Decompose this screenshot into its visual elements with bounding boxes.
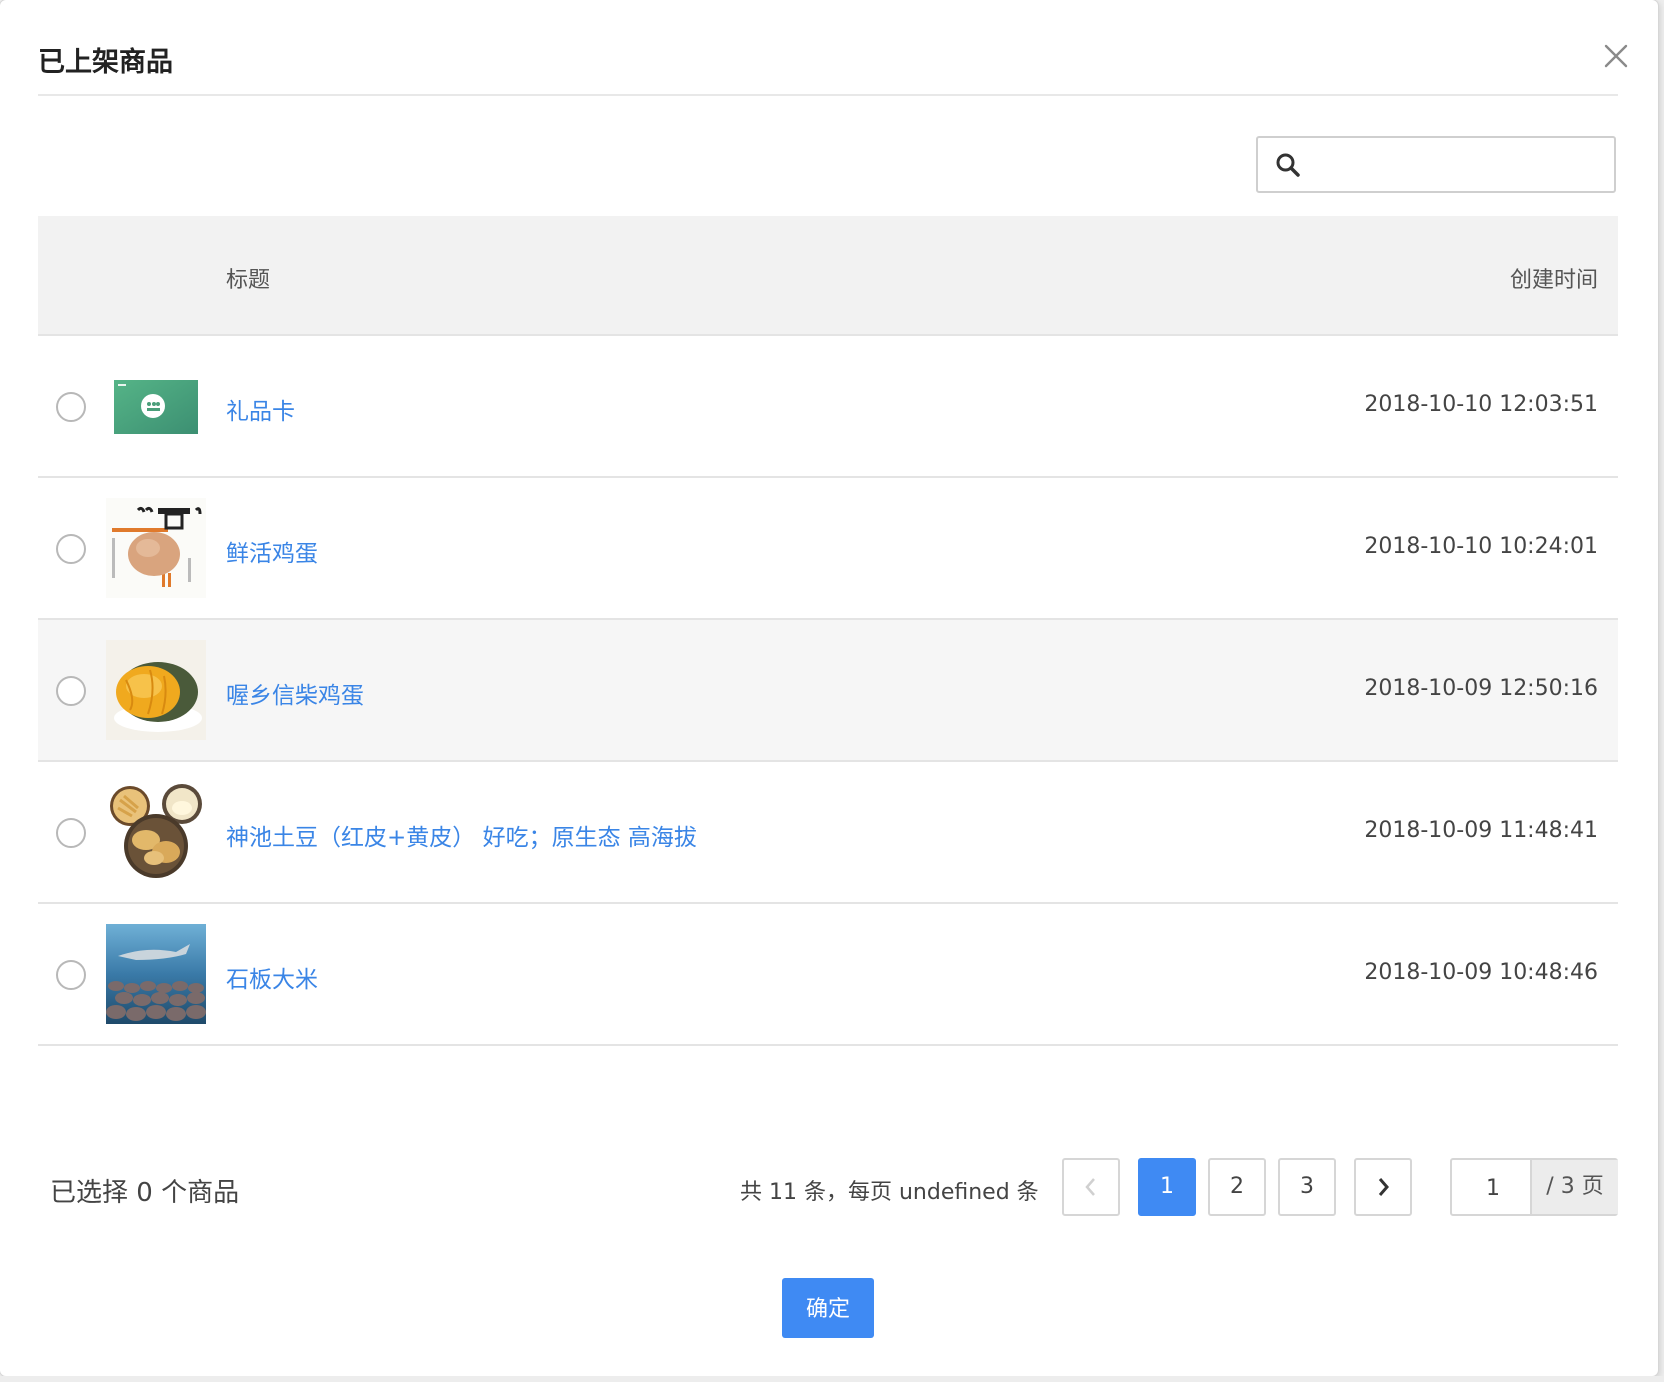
modal-title: 已上架商品: [38, 47, 173, 78]
page-button-3[interactable]: 3: [1278, 1158, 1336, 1216]
close-icon[interactable]: [1596, 36, 1636, 76]
row-radio[interactable]: [56, 818, 86, 848]
row-radio[interactable]: [56, 676, 86, 706]
row-radio[interactable]: [56, 392, 86, 422]
modal-header: 已上架商品: [38, 0, 1628, 96]
page-jump-input[interactable]: [1452, 1160, 1534, 1216]
row-title-link[interactable]: 喔乡信柴鸡蛋: [226, 676, 364, 710]
row-radio[interactable]: [56, 534, 86, 564]
product-table: 标题 创建时间 礼品卡 2018-10-10 12:03:51 鲜活鸡蛋 201…: [38, 216, 1618, 1046]
table-row[interactable]: 神池土豆（红皮+黄皮） 好吃；原生态 高海拔 2018-10-09 11:48:…: [38, 762, 1618, 904]
next-page-button[interactable]: [1354, 1158, 1412, 1216]
row-title-link[interactable]: 石板大米: [226, 960, 318, 994]
total-count-text: 共 11 条，每页 undefined 条: [740, 1180, 1039, 1205]
egg-image: [106, 498, 206, 598]
row-created-time: 2018-10-10 12:03:51: [1364, 392, 1598, 417]
search-input[interactable]: [1314, 146, 1608, 186]
page-button-2[interactable]: 2: [1208, 1158, 1266, 1216]
table-row[interactable]: 礼品卡 2018-10-10 12:03:51: [38, 336, 1618, 478]
row-created-time: 2018-10-10 10:24:01: [1364, 534, 1598, 559]
table-row[interactable]: 喔乡信柴鸡蛋 2018-10-09 12:50:16: [38, 620, 1618, 762]
table-row[interactable]: 鲜活鸡蛋 2018-10-10 10:24:01: [38, 478, 1618, 620]
confirm-button[interactable]: 确定: [782, 1278, 874, 1338]
page-button-1[interactable]: 1: [1138, 1158, 1196, 1216]
chevron-left-icon: [1085, 1178, 1095, 1196]
search-field[interactable]: [1256, 136, 1616, 193]
pumpkin-image: [106, 640, 206, 740]
column-created-header: 创建时间: [1509, 268, 1598, 293]
selected-count-text: 已选择 0 个商品: [50, 1178, 240, 1208]
row-title-link[interactable]: 礼品卡: [226, 392, 295, 426]
prev-page-button[interactable]: [1062, 1158, 1120, 1216]
row-title-link[interactable]: 鲜活鸡蛋: [226, 534, 318, 568]
row-created-time: 2018-10-09 12:50:16: [1364, 676, 1598, 701]
column-title-header: 标题: [226, 268, 271, 293]
chevron-right-icon: [1378, 1178, 1389, 1196]
ocean-image: [106, 924, 206, 1024]
product-picker-modal: 已上架商品 标题 创建时间 礼品卡 2018-10-10 12:03:51 鲜活…: [0, 0, 1658, 1376]
page-jump-suffix: / 3 页: [1530, 1160, 1618, 1214]
row-created-time: 2018-10-09 10:48:46: [1364, 960, 1598, 985]
search-icon: [1276, 153, 1300, 177]
row-created-time: 2018-10-09 11:48:41: [1364, 818, 1598, 843]
table-row[interactable]: 石板大米 2018-10-09 10:48:46: [38, 904, 1618, 1046]
gift-card-image: [106, 356, 206, 456]
background-strip: [0, 1376, 1664, 1382]
page-jump: / 3 页: [1450, 1158, 1618, 1216]
row-title-link[interactable]: 神池土豆（红皮+黄皮） 好吃；原生态 高海拔: [226, 818, 697, 852]
row-radio[interactable]: [56, 960, 86, 990]
table-header: 标题 创建时间: [38, 216, 1618, 336]
potato-image: [106, 782, 206, 882]
